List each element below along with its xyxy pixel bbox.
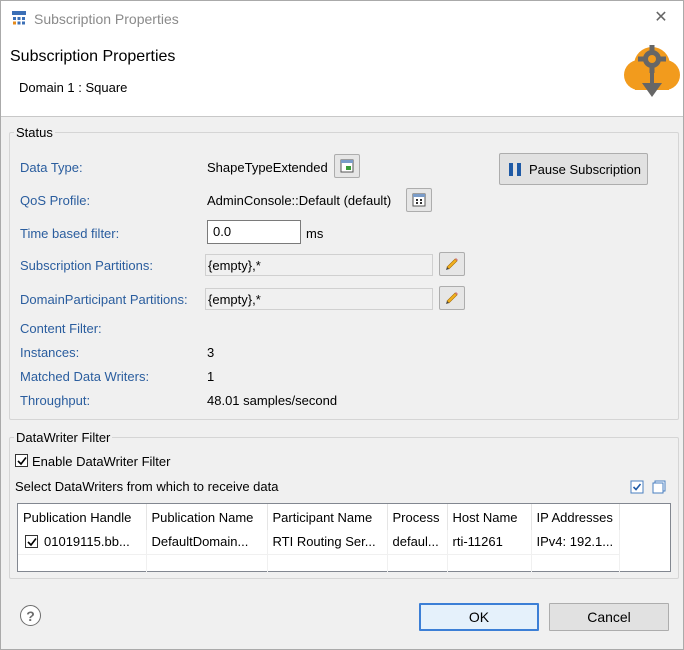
pause-icon (509, 162, 522, 176)
domain-participant-partitions-label: DomainParticipant Partitions: (20, 292, 188, 307)
cancel-button[interactable]: Cancel (549, 603, 669, 631)
column-header[interactable]: Host Name (447, 504, 532, 530)
deselect-all-icon[interactable] (652, 480, 666, 494)
matched-writers-value: 1 (207, 369, 215, 384)
datawriters-table: Publication Handle Publication Name Part… (17, 503, 671, 572)
table-cell: defaul... (387, 530, 448, 554)
select-datawriters-label: Select DataWriters from which to receive… (15, 479, 279, 494)
datawriter-filter-group-label: DataWriter Filter (14, 430, 113, 445)
row-select-checkbox[interactable] (25, 535, 38, 548)
status-group-label: Status (14, 125, 55, 140)
matched-writers-label: Matched Data Writers: (20, 369, 150, 384)
column-header[interactable]: Process (387, 504, 448, 530)
publication-handle: 01019115.bb... (44, 534, 130, 550)
ok-button[interactable]: OK (419, 603, 539, 631)
view-qos-button[interactable] (406, 188, 432, 212)
throughput-value: 48.01 samples/second (207, 393, 338, 408)
edit-participant-partitions-button[interactable] (439, 286, 465, 310)
column-header[interactable]: Publication Handle (18, 504, 147, 530)
qos-profile-value: AdminConsole::Default (default) (207, 193, 392, 208)
pencil-icon (446, 292, 458, 304)
time-filter-input[interactable]: 0.0 (207, 220, 301, 244)
enable-datawriter-filter-label[interactable]: Enable DataWriter Filter (32, 454, 170, 469)
table-cell: DefaultDomain... (146, 530, 268, 554)
table-cell: 01019115.bb... (18, 530, 147, 554)
checkmark-icon (26, 537, 37, 546)
qos-profile-label: QoS Profile: (20, 193, 91, 208)
checkmark-icon (16, 456, 27, 465)
column-header[interactable]: Participant Name (267, 504, 388, 530)
dialog-window: Subscription Properties ✕ Subscription P… (0, 0, 684, 650)
dialog-header: Subscription Properties Domain 1 : Squar… (1, 37, 683, 117)
close-icon[interactable]: ✕ (651, 8, 671, 28)
content-filter-label: Content Filter: (20, 321, 102, 336)
subscription-cloud-icon (624, 45, 680, 97)
domain-participant-partitions-value: {empty},* (205, 288, 433, 310)
time-filter-label: Time based filter: (20, 226, 120, 241)
type-view-icon (340, 159, 354, 173)
select-all-icon[interactable] (630, 480, 644, 494)
instances-label: Instances: (20, 345, 80, 360)
subscription-partitions-label: Subscription Partitions: (20, 258, 153, 273)
enable-datawriter-filter-checkbox[interactable] (15, 454, 28, 467)
table-cell: rti-11261 (447, 530, 532, 554)
table-cell: IPv4: 192.1... (531, 530, 620, 554)
data-type-label: Data Type: (20, 160, 83, 175)
table-empty-row (18, 553, 620, 572)
window-title: Subscription Properties (34, 11, 179, 27)
subscription-partitions-value: {empty},* (205, 254, 433, 276)
pause-subscription-label: Pause Subscription (529, 161, 642, 177)
view-type-button[interactable] (334, 154, 360, 178)
qos-view-icon (412, 193, 426, 207)
time-filter-unit: ms (306, 226, 324, 241)
dialog-title: Subscription Properties (10, 48, 176, 65)
help-icon[interactable]: ? (20, 605, 41, 626)
table-row[interactable]: 01019115.bb... DefaultDomain... RTI Rout… (18, 530, 620, 554)
column-header[interactable]: IP Addresses (531, 504, 620, 530)
pause-subscription-button[interactable]: Pause Subscription (499, 153, 648, 185)
throughput-label: Throughput: (20, 393, 91, 408)
table-header-row: Publication Handle Publication Name Part… (18, 504, 620, 530)
pencil-icon (446, 258, 458, 270)
edit-subscription-partitions-button[interactable] (439, 252, 465, 276)
column-header[interactable]: Publication Name (146, 504, 268, 530)
dialog-subtitle: Domain 1 : Square (19, 80, 128, 95)
app-icon (12, 11, 26, 25)
table-cell: RTI Routing Ser... (267, 530, 388, 554)
title-bar: Subscription Properties ✕ (1, 1, 683, 37)
data-type-value: ShapeTypeExtended (207, 160, 328, 175)
instances-value: 3 (207, 345, 215, 360)
